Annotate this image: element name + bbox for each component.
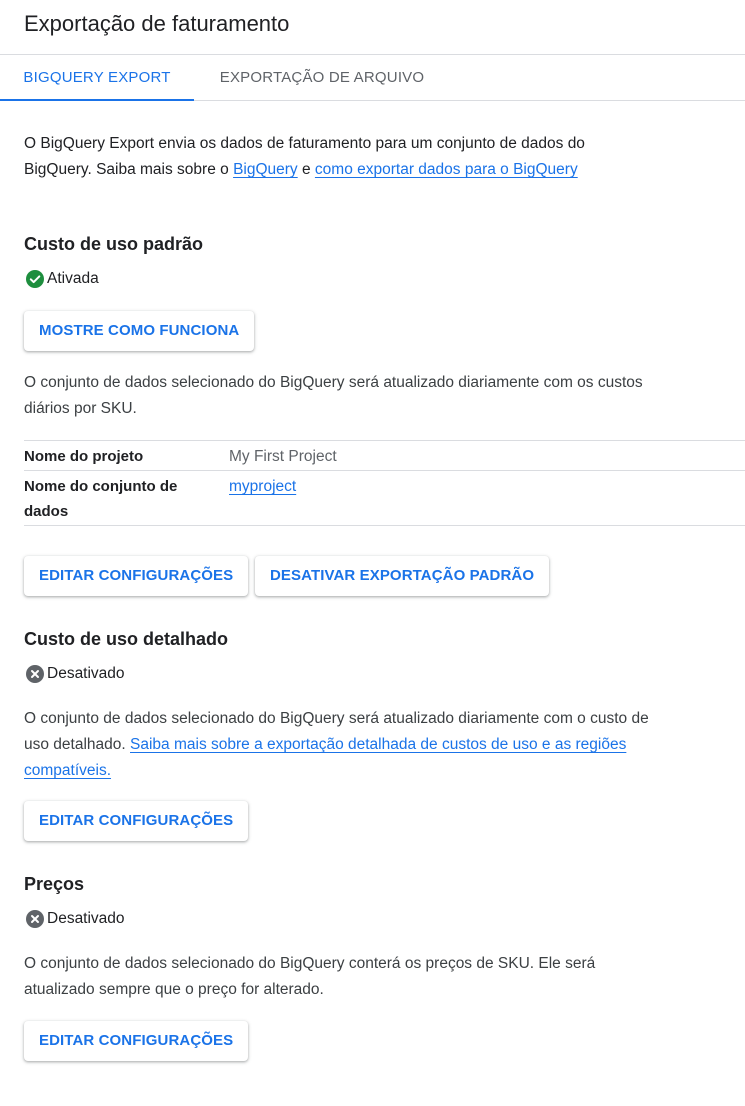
standard-description: O conjunto de dados selecionado do BigQu… [24,374,643,417]
check-circle-icon [26,270,44,288]
how-it-works-button[interactable]: MOSTRE COMO FUNCIONA [24,311,255,351]
export-to-bigquery-link[interactable]: como exportar dados para o BigQuery [315,161,578,178]
standard-edit-settings-button[interactable]: EDITAR CONFIGURAÇÕES [24,556,249,596]
standard-status: Ativada [26,269,99,289]
intro-text: O BigQuery Export envia os dados de fatu… [24,135,585,178]
cancel-circle-icon [26,910,44,928]
project-name-value: My First Project [229,448,337,465]
detailed-cost-title: Custo de uso detalhado [24,629,229,649]
tab-file-export[interactable]: EXPORTAÇÃO DE ARQUIVO [194,55,450,101]
project-name-key: Nome do projeto [24,448,144,465]
pricing-status: Desativado [26,909,125,929]
standard-config-table: Nome do projeto My First Project Nome do… [24,440,745,526]
detailed-description: O conjunto de dados selecionado do BigQu… [24,710,649,779]
disable-standard-export-button[interactable]: DESATIVAR EXPORTAÇÃO PADRÃO [255,556,550,596]
pricing-status-label: Desativado [47,910,125,927]
dataset-name-key: Nome do conjunto de dados [24,478,178,520]
pricing-description: O conjunto de dados selecionado do BigQu… [24,955,596,998]
detailed-edit-settings-button[interactable]: EDITAR CONFIGURAÇÕES [24,801,249,841]
dataset-name-value: myproject [229,474,296,499]
tab-bar: BIGQUERY EXPORT EXPORTAÇÃO DE ARQUIVO [0,55,745,101]
bigquery-link[interactable]: BigQuery [233,161,298,178]
standard-status-label: Ativada [47,270,99,287]
pricing-title: Preços [24,874,85,894]
page-header: Exportação de faturamento [0,0,745,55]
page-title: Exportação de faturamento [24,11,290,36]
table-row: Nome do conjunto de dados myproject [24,470,745,526]
standard-cost-title: Custo de uso padrão [24,234,204,254]
table-row: Nome do projeto My First Project [24,440,745,470]
pricing-edit-settings-button[interactable]: EDITAR CONFIGURAÇÕES [24,1021,249,1061]
detailed-status: Desativado [26,664,125,684]
dataset-link[interactable]: myproject [229,478,296,495]
detailed-status-label: Desativado [47,665,125,682]
cancel-circle-icon [26,665,44,683]
tab-bigquery-export[interactable]: BIGQUERY EXPORT [0,55,194,101]
